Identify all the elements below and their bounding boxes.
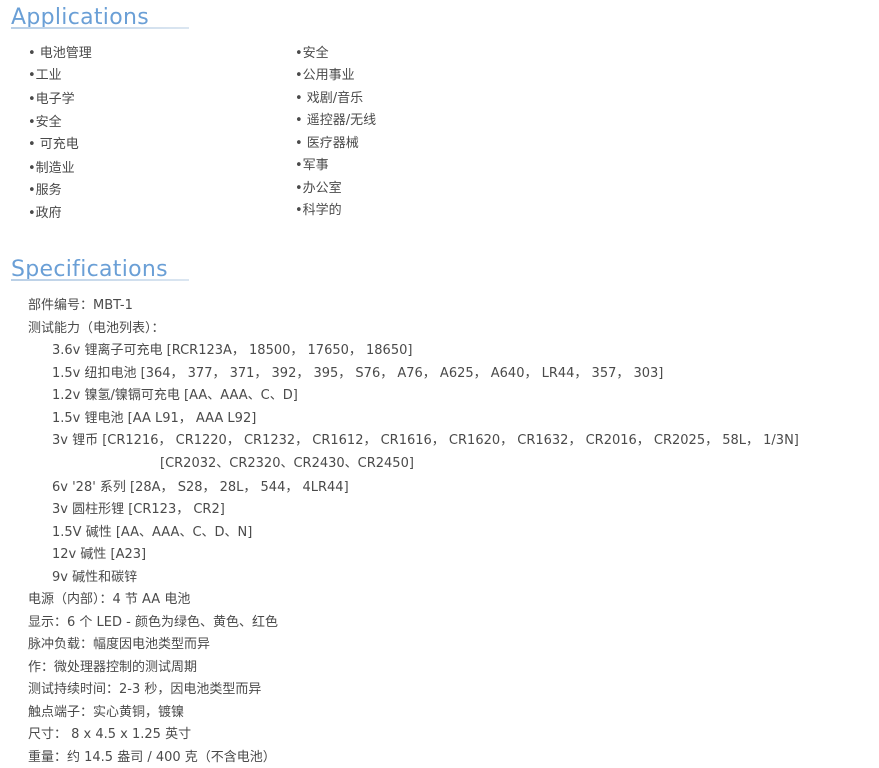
spec-contacts: 触点端子：实心黄铜，镀镍 bbox=[28, 705, 185, 720]
spec-battery-item-continued: [CR2032、CR2320、CR2430、CR2450] bbox=[160, 456, 414, 471]
spec-test-duration: 测试持续时间：2-3 秒，因电池类型而异 bbox=[28, 682, 262, 697]
application-item: •电子学 bbox=[28, 92, 75, 107]
spec-display: 显示：6 个 LED - 颜色为绿色、黄色、红色 bbox=[28, 615, 278, 630]
spec-operation: 作：微处理器控制的测试周期 bbox=[28, 660, 198, 675]
application-item: • 遥控器/无线 bbox=[295, 113, 377, 128]
applications-heading-rule bbox=[11, 27, 189, 29]
spec-battery-item: 6v '28' 系列 [28A， S28， 28L， 544， 4LR44] bbox=[52, 480, 349, 495]
specifications-heading-rule bbox=[11, 279, 189, 281]
spec-power: 电源（内部）：4 节 AA 电池 bbox=[28, 592, 191, 607]
spec-battery-item: 1.2v 镍氢/镍镉可充电 [AA、AAA、C、D] bbox=[52, 388, 298, 403]
spec-battery-item: 3v 锂币 [CR1216， CR1220， CR1232， CR1612， C… bbox=[52, 433, 799, 448]
spec-test-capability: 测试能力（电池列表）： bbox=[28, 321, 165, 336]
spec-battery-item: 3.6v 锂离子可充电 [RCR123A， 18500， 17650， 1865… bbox=[52, 343, 413, 358]
application-item: • 戏剧/音乐 bbox=[295, 91, 364, 106]
application-item: •科学的 bbox=[295, 203, 342, 218]
spec-pulse-load: 脉冲负载：幅度因电池类型而异 bbox=[28, 637, 211, 652]
application-item: •军事 bbox=[295, 158, 329, 173]
application-item: •安全 bbox=[295, 46, 329, 61]
application-item: • 医疗器械 bbox=[295, 136, 359, 151]
spec-battery-item: 3v 圆柱形锂 [CR123， CR2] bbox=[52, 502, 225, 517]
application-item: •办公室 bbox=[295, 181, 342, 196]
spec-part-number: 部件编号：MBT-1 bbox=[28, 298, 133, 313]
spec-battery-item: 1.5v 纽扣电池 [364， 377， 371， 392， 395， S76，… bbox=[52, 366, 664, 381]
application-item: •服务 bbox=[28, 183, 62, 198]
spec-battery-item: 9v 碱性和碳锌 bbox=[52, 570, 138, 585]
spec-battery-item: 1.5v 锂电池 [AA L91， AAA L92] bbox=[52, 411, 257, 426]
application-item: •工业 bbox=[28, 68, 62, 83]
application-item: •政府 bbox=[28, 206, 62, 221]
spec-battery-item: 12v 碱性 [A23] bbox=[52, 547, 147, 562]
spec-battery-item: 1.5V 碱性 [AA、AAA、C、D、N] bbox=[52, 525, 253, 540]
application-item: • 可充电 bbox=[28, 137, 79, 152]
application-item: •制造业 bbox=[28, 161, 75, 176]
application-item: • 电池管理 bbox=[28, 46, 92, 61]
application-item: •安全 bbox=[28, 115, 62, 130]
spec-weight: 重量：约 14.5 盎司 / 400 克（不含电池） bbox=[28, 750, 276, 765]
spec-dimensions: 尺寸： 8 x 4.5 x 1.25 英寸 bbox=[28, 727, 192, 742]
application-item: •公用事业 bbox=[295, 68, 355, 83]
